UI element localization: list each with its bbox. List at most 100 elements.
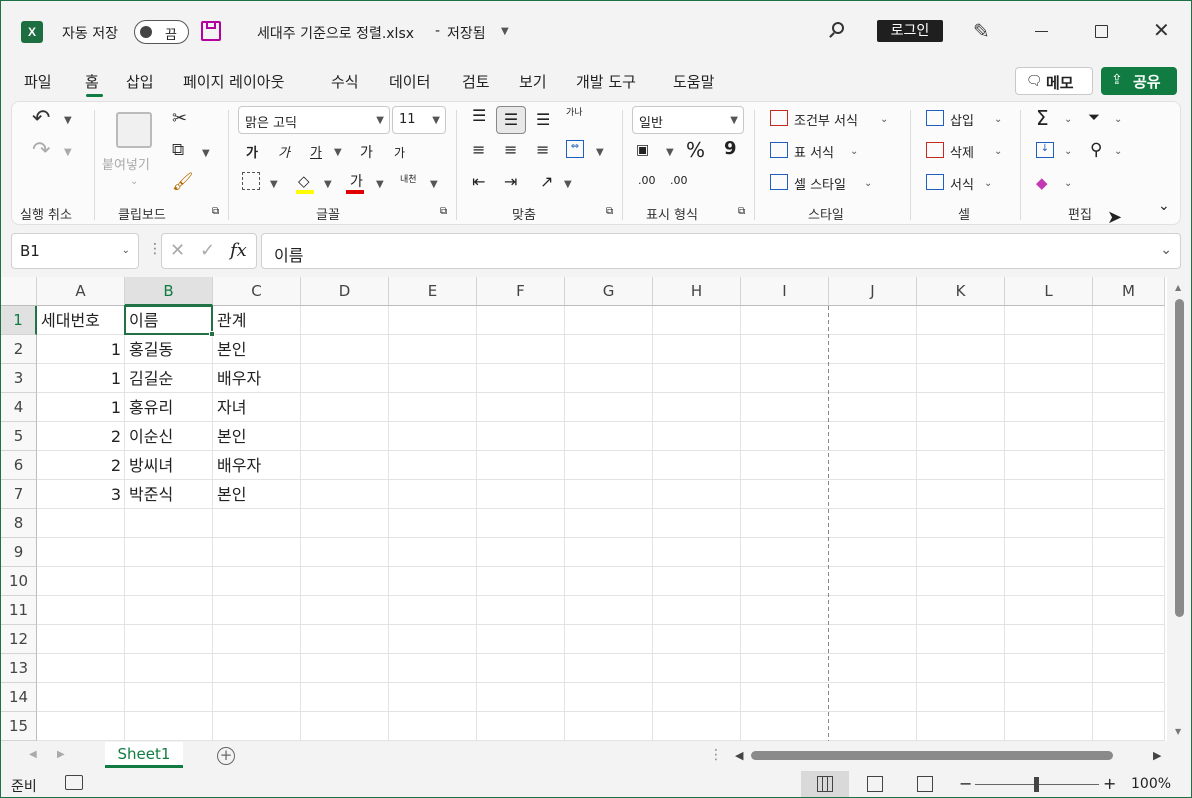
font-size-combo[interactable]: 11 ▼ [392,106,446,134]
row-header-1[interactable]: 1 [1,306,37,335]
cell-c1[interactable]: 관계 [213,306,301,335]
row-header-12[interactable]: 12 [1,625,37,654]
search-icon[interactable] [829,22,845,38]
worksheet-grid[interactable]: A B C D E F G H I J K L M 1 2 3 4 5 6 7 8 9 10 11 12 13 14 15 세대번호 이름… [1,277,1167,741]
cell-b3[interactable]: 김길순 [125,364,213,393]
format-cells-icon[interactable] [926,174,944,190]
column-header-c[interactable]: C [213,277,301,306]
tab-formulas[interactable]: 수식 [331,71,359,92]
dialog-launcher-icon[interactable]: ⧉ [212,206,219,217]
tab-insert[interactable]: 삽입 [126,71,154,92]
maximize-icon[interactable] [1095,25,1108,38]
cell-a1[interactable]: 세대번호 [37,306,125,335]
add-sheet-icon[interactable]: + [217,747,235,765]
comma-button[interactable]: 9 [724,138,737,159]
delete-cells-icon[interactable] [926,142,944,158]
sheet-tab-sheet1[interactable]: Sheet1 [105,742,183,768]
page-layout-view-icon[interactable] [867,776,883,792]
cut-icon[interactable]: ✂ [172,108,187,129]
insert-function-icon[interactable]: fx [230,240,247,261]
format-painter-icon[interactable]: 🖌 [172,172,194,192]
copy-icon[interactable]: ⧉ [172,140,184,160]
align-left-icon[interactable]: ≡ [472,140,485,159]
chevron-down-icon[interactable]: ▼ [334,147,342,158]
accessibility-icon[interactable] [65,775,83,790]
expand-formula-icon[interactable]: ⌄ [1160,242,1172,258]
column-header-f[interactable]: F [477,277,565,306]
row-header-4[interactable]: 4 [1,393,37,422]
table-format-icon[interactable] [770,142,788,158]
login-button[interactable]: 로그인 [877,20,943,42]
page-break-view-icon[interactable] [917,776,933,792]
pen-icon[interactable]: ✎ [973,19,990,43]
tab-data[interactable]: 데이터 [389,71,430,92]
phonetic-button[interactable]: 내천 [400,172,417,185]
tab-home[interactable]: 홈 [85,71,99,92]
chevron-down-icon[interactable]: ▼ [324,179,332,190]
cancel-icon[interactable]: ✕ [170,240,185,261]
row-header-3[interactable]: 3 [1,364,37,393]
tab-file[interactable]: 파일 [24,71,52,92]
cell-c4[interactable]: 자녀 [213,393,301,422]
column-header-d[interactable]: D [301,277,389,306]
scroll-left-icon[interactable]: ◀ [735,749,743,762]
zoom-in-icon[interactable]: + [1103,774,1116,793]
chevron-down-icon[interactable]: ▼ [270,179,278,190]
wrap-text-button[interactable]: 가나 [566,108,584,118]
chevron-down-icon[interactable]: ▼ [596,147,604,158]
normal-view-button[interactable] [801,771,849,797]
cell-a5[interactable]: 2 [37,422,125,451]
cell-style-button[interactable]: 셀 스타일 [794,174,846,193]
align-bottom-icon[interactable]: ☰ [536,110,550,129]
scroll-up-icon[interactable]: ▲ [1175,283,1181,292]
close-icon[interactable]: ✕ [1153,18,1170,42]
tab-help[interactable]: 도움말 [673,71,714,92]
vertical-scroll-thumb[interactable] [1175,299,1184,617]
chevron-down-icon[interactable]: ⌄ [130,176,138,187]
name-box[interactable]: B1 ⌄ [11,233,139,269]
column-header-b[interactable]: B [125,277,213,306]
split-handle-icon[interactable]: ⋮ [709,747,723,763]
align-middle-icon[interactable]: ☰ [496,106,526,134]
row-header-15[interactable]: 15 [1,712,37,741]
dialog-launcher-icon[interactable]: ⧉ [738,206,745,217]
tab-developer[interactable]: 개발 도구 [576,71,636,92]
paste-label[interactable]: 붙여넣기 [102,154,150,173]
cell-b4[interactable]: 홍유리 [125,393,213,422]
chevron-down-icon[interactable]: ▼ [564,179,572,190]
chevron-down-icon[interactable]: ⌄ [994,114,1002,125]
cell-c5[interactable]: 본인 [213,422,301,451]
cell-c3[interactable]: 배우자 [213,364,301,393]
autosum-icon[interactable]: Σ [1036,106,1049,130]
decrease-indent-icon[interactable]: ⇤ [472,172,485,191]
cell-a6[interactable]: 2 [37,451,125,480]
prev-sheet-icon[interactable]: ◀ [29,749,37,760]
share-button[interactable]: ⇪ 공유 [1101,67,1177,95]
cell-b7[interactable]: 박준식 [125,480,213,509]
undo-icon[interactable]: ↶ [32,106,50,131]
cell-c2[interactable]: 본인 [213,335,301,364]
chevron-down-icon[interactable]: ⌄ [1064,114,1072,125]
chevron-down-icon[interactable]: ⌄ [850,146,858,157]
cell-b2[interactable]: 홍길동 [125,335,213,364]
font-color-button[interactable]: 가 [350,171,363,191]
zoom-out-icon[interactable]: − [959,774,972,793]
row-header-11[interactable]: 11 [1,596,37,625]
enter-icon[interactable]: ✓ [200,240,215,261]
row-header-8[interactable]: 8 [1,509,37,538]
fill-handle[interactable] [209,331,215,337]
scroll-down-icon[interactable]: ▼ [1175,727,1181,736]
chevron-down-icon[interactable]: ⌄ [864,178,872,189]
bold-button[interactable]: 가 [246,142,258,161]
autosave-toggle[interactable]: 끔 [134,20,189,44]
conditional-format-button[interactable]: 조건부 서식 [794,110,858,129]
orientation-icon[interactable]: ↗ [540,172,553,191]
fill-color-icon[interactable]: ◇ [298,172,310,190]
cell-a4[interactable]: 1 [37,393,125,422]
chevron-down-icon[interactable]: ⌄ [994,146,1002,157]
dialog-launcher-icon[interactable]: ⧉ [606,206,613,217]
cell-a7[interactable]: 3 [37,480,125,509]
row-header-14[interactable]: 14 [1,683,37,712]
column-header-m[interactable]: M [1093,277,1165,306]
format-cells-button[interactable]: 서식 [950,174,974,193]
